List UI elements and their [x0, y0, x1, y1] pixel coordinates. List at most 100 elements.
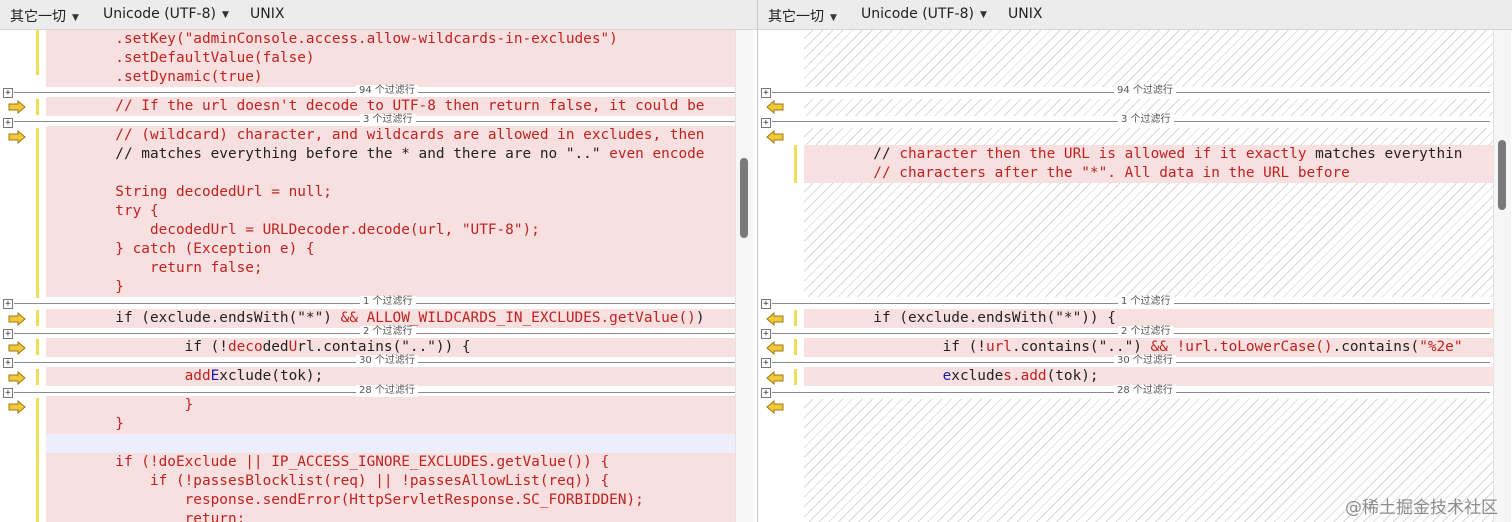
- right-encoding-label: Unicode (UTF-8): [861, 6, 974, 22]
- change-marker: [36, 310, 39, 326]
- fold-label: 2 个过滤行: [360, 326, 416, 338]
- merge-left-arrow-icon[interactable]: [766, 341, 784, 355]
- fold-separator: 3 个过滤行: [772, 114, 1490, 126]
- code-text: .co: [1011, 339, 1038, 355]
- fold-label: 1 个过滤行: [1118, 296, 1174, 308]
- code-text: decodedUrl = URLDecoder.decode(url, "UTF…: [46, 222, 540, 238]
- expand-fold-icon[interactable]: +: [761, 358, 771, 368]
- code-line: decodedUrl = URLDecoder.decode(url, "UTF…: [46, 221, 735, 240]
- chevron-down-icon: ▼: [830, 13, 837, 23]
- expand-fold-icon[interactable]: +: [761, 118, 771, 128]
- empty-hatched-region: [804, 128, 1493, 145]
- scrollbar-thumb[interactable]: [740, 158, 748, 238]
- fold-separator: 28 个过滤行: [772, 385, 1490, 397]
- left-vertical-scrollbar[interactable]: [735, 30, 753, 522]
- code-text: .setDefaultValue(false): [46, 50, 315, 66]
- chevron-down-icon: ▼: [221, 10, 229, 20]
- right-line-ending-label[interactable]: UNIX: [1008, 6, 1042, 22]
- merge-right-arrow-icon[interactable]: [8, 371, 26, 385]
- expand-fold-icon[interactable]: +: [761, 329, 771, 339]
- merge-right-arrow-icon[interactable]: [8, 312, 26, 326]
- code-line: .setDefaultValue(false): [46, 49, 735, 68]
- fold-separator: 30 个过滤行: [14, 355, 735, 367]
- code-text: xclude(tok);: [219, 368, 324, 384]
- code-text: rl.contains("..")) {: [297, 339, 471, 355]
- code-text: }: [46, 397, 194, 413]
- code-text: }: [46, 279, 124, 295]
- code-text: String decodedUrl = null;: [46, 184, 332, 200]
- code-text: return false;: [46, 260, 263, 276]
- code-text: url: [985, 339, 1012, 355]
- code-text: // characters after the "*". All data in…: [804, 165, 1350, 181]
- code-text: add: [184, 368, 211, 384]
- change-marker: [36, 99, 39, 115]
- right-encoding-category-dropdown[interactable]: 其它一切 ▼: [768, 6, 837, 26]
- code-line: .setKey("adminConsole.access.allow-wildc…: [46, 30, 735, 49]
- code-line: if (!passesBlocklist(req) || !passesAllo…: [46, 472, 735, 491]
- left-line-ending-label[interactable]: UNIX: [250, 6, 284, 22]
- merge-left-arrow-icon[interactable]: [766, 371, 784, 385]
- merge-right-arrow-icon[interactable]: [8, 100, 26, 114]
- change-marker: [36, 369, 39, 385]
- change-marker: [794, 369, 797, 385]
- code-line: return;: [46, 510, 735, 522]
- fold-separator: 3 个过滤行: [14, 114, 735, 126]
- right-toolbar: 其它一切 ▼ Unicode (UTF-8) ▼ UNIX: [758, 0, 1512, 30]
- code-line: String decodedUrl = null;: [46, 183, 735, 202]
- fold-label: 30 个过滤行: [356, 355, 418, 367]
- merge-right-arrow-icon[interactable]: [8, 341, 26, 355]
- code-text: E: [210, 368, 220, 384]
- code-text: response.sendError(HttpServletResponse.S…: [46, 492, 644, 508]
- fold-label: 94 个过滤行: [1114, 85, 1176, 97]
- chevron-down-icon: ▼: [72, 13, 79, 23]
- right-vertical-scrollbar[interactable]: [1493, 30, 1511, 522]
- code-line: }: [46, 396, 735, 415]
- merge-right-arrow-icon[interactable]: [8, 130, 26, 144]
- left-toolbar: 其它一切 ▼ Unicode (UTF-8) ▼ UNIX: [0, 0, 757, 30]
- code-line: if (!doExclude || IP_ACCESS_IGNORE_EXCLU…: [46, 453, 735, 472]
- code-text: if (!passesBlocklist(req) || !passesAllo…: [46, 473, 610, 489]
- fold-separator: 94 个过滤行: [14, 85, 735, 97]
- expand-fold-icon[interactable]: +: [3, 88, 13, 98]
- code-text: matches everythin: [1306, 146, 1463, 162]
- expand-fold-icon[interactable]: +: [3, 329, 13, 339]
- code-line: } catch (Exception e) {: [46, 240, 735, 259]
- merge-left-arrow-icon[interactable]: [766, 312, 784, 326]
- merge-left-arrow-icon[interactable]: [766, 130, 784, 144]
- scrollbar-thumb[interactable]: [1498, 140, 1506, 210]
- code-text: return;: [46, 511, 246, 522]
- expand-fold-icon[interactable]: +: [3, 358, 13, 368]
- fold-label: 30 个过滤行: [1114, 355, 1176, 367]
- code-text: && ALLOW_WILDCARDS_IN_EXCLUDES.getValue(…: [340, 310, 696, 326]
- fold-label: 94 个过滤行: [356, 85, 418, 97]
- expand-fold-icon[interactable]: +: [761, 299, 771, 309]
- code-text: // If the url doesn't decode to UTF-8 th…: [46, 98, 705, 114]
- fold-separator: 94 个过滤行: [772, 85, 1490, 97]
- expand-fold-icon[interactable]: +: [3, 388, 13, 398]
- code-text: if (exclude.endsWith("*")) {: [804, 310, 1116, 326]
- code-text: // (wildcard) character, and wildcards a…: [46, 127, 705, 143]
- empty-hatched-region: [804, 30, 1493, 87]
- right-encoding-dropdown[interactable]: Unicode (UTF-8) ▼: [861, 6, 987, 22]
- fold-separator: 2 个过滤行: [772, 326, 1490, 338]
- expand-fold-icon[interactable]: +: [3, 299, 13, 309]
- expand-fold-icon[interactable]: +: [761, 88, 771, 98]
- expand-fold-icon[interactable]: +: [3, 118, 13, 128]
- left-encoding-dropdown[interactable]: Unicode (UTF-8) ▼: [103, 6, 229, 22]
- code-text: ded: [262, 339, 289, 355]
- code-text: xclude: [951, 368, 1004, 384]
- code-text: try {: [46, 203, 159, 219]
- right-code-area[interactable]: // character then the URL is allowed if …: [804, 30, 1493, 522]
- merge-left-arrow-icon[interactable]: [766, 100, 784, 114]
- change-marker: [794, 310, 797, 326]
- code-text: }: [46, 416, 124, 432]
- merge-right-arrow-icon[interactable]: [8, 400, 26, 414]
- left-encoding-category-dropdown[interactable]: 其它一切 ▼: [10, 6, 79, 26]
- code-text: "%2e": [1419, 339, 1463, 355]
- code-text: && !url.toLowerCase(): [1150, 339, 1333, 355]
- expand-fold-icon[interactable]: +: [761, 388, 771, 398]
- fold-separator: 30 个过滤行: [772, 355, 1490, 367]
- merge-left-arrow-icon[interactable]: [766, 400, 784, 414]
- left-code-area[interactable]: .setKey("adminConsole.access.allow-wildc…: [46, 30, 735, 522]
- left-diff-pane: 其它一切 ▼ Unicode (UTF-8) ▼ UNIX + + + + + + …: [0, 0, 757, 522]
